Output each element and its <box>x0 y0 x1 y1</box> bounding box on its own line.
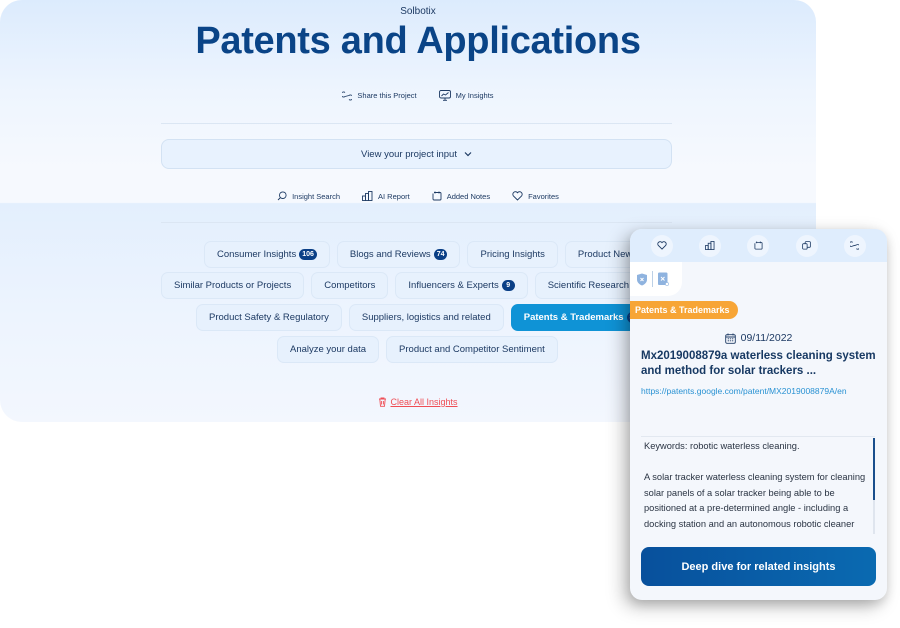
share-icon <box>342 91 353 101</box>
category-row: Consumer Insights 106 Blogs and Reviews … <box>204 241 651 268</box>
heart-icon <box>657 241 667 250</box>
tab-competitors[interactable]: Competitors <box>311 272 389 299</box>
share-button[interactable] <box>843 234 866 257</box>
insight-date: 09/11/2022 <box>740 332 793 344</box>
project-input-toggle[interactable]: View your project input <box>161 139 672 169</box>
tab-label: Product and Competitor Sentiment <box>399 344 545 355</box>
tab-label: Suppliers, logistics and related <box>361 312 491 323</box>
insights-monitor-icon <box>438 90 451 101</box>
tab-label: Influencers & Experts <box>408 280 499 291</box>
brand-name: Solbotix <box>400 6 436 17</box>
document-x-icon[interactable] <box>657 272 669 286</box>
added-notes-label: Added Notes <box>446 191 491 201</box>
heart-icon <box>512 191 523 201</box>
date-row: 09/11/2022 <box>630 332 887 344</box>
insight-source-link[interactable]: https://patents.google.com/patent/MX2019… <box>641 384 879 398</box>
tab-consumer-insights[interactable]: Consumer Insights 106 <box>204 241 330 268</box>
notes-icon <box>754 241 763 250</box>
page-title: Patents and Applications <box>195 20 641 62</box>
count-badge: 106 <box>299 249 317 260</box>
notes-icon <box>432 191 442 201</box>
tab-label: Product News <box>577 249 638 260</box>
insight-keywords: Keywords: robotic waterless cleaning. <box>644 441 800 451</box>
tab-label: Consumer Insights <box>217 249 297 260</box>
report-button[interactable] <box>699 234 722 257</box>
share-project-button[interactable]: Share this Project <box>342 90 417 101</box>
divider <box>161 123 672 124</box>
insight-card: Patents & Trademarks 09/11/2022 Mx201900… <box>630 229 887 600</box>
tab-influencers-experts[interactable]: Influencers & Experts 9 <box>395 272 528 299</box>
count-badge: 9 <box>501 280 515 291</box>
copy-button[interactable] <box>795 234 818 257</box>
chevron-down-icon <box>464 151 472 157</box>
insight-body-scrollbar[interactable] <box>873 438 875 534</box>
copy-icon <box>802 241 811 250</box>
ai-report-button[interactable]: AI Report <box>362 191 410 201</box>
tab-similar-products[interactable]: Similar Products or Projects <box>161 272 305 299</box>
clear-all-label: Clear All Insights <box>390 397 458 407</box>
search-icon <box>277 191 287 201</box>
separator <box>652 271 653 287</box>
tab-product-safety[interactable]: Product Safety & Regulatory <box>196 304 342 331</box>
tab-label: Analyze your data <box>290 344 367 355</box>
share-project-label: Share this Project <box>357 91 417 100</box>
tab-pricing-insights[interactable]: Pricing Insights <box>467 241 558 268</box>
tab-label: Blogs and Reviews <box>349 249 431 260</box>
tab-blogs-and-reviews[interactable]: Blogs and Reviews 74 <box>336 241 461 268</box>
card-toolbar <box>630 229 887 262</box>
tools-bar: Insight Search AI Report Added Notes Fav… <box>0 191 836 201</box>
insight-title: Mx2019008879a waterless cleaning system … <box>641 350 876 377</box>
category-row: Product Safety & Regulatory Suppliers, l… <box>196 304 654 331</box>
tab-analyze-data[interactable]: Analyze your data <box>277 336 380 363</box>
tab-label: Product Safety & Regulatory <box>209 312 329 323</box>
deep-dive-button[interactable]: Deep dive for related insights <box>641 547 876 586</box>
tab-label: Similar Products or Projects <box>174 280 292 291</box>
added-notes-button[interactable]: Added Notes <box>432 191 490 201</box>
tab-label: Pricing Insights <box>480 249 545 260</box>
share-icon <box>850 241 860 250</box>
tab-label: Competitors <box>324 280 376 291</box>
category-row: Analyze your data Product and Competitor… <box>277 336 558 363</box>
favorites-label: Favorites <box>528 191 559 201</box>
my-insights-button[interactable]: My Insights <box>438 90 494 101</box>
header-actions: Share this Project My Insights <box>0 90 836 101</box>
insight-search-button[interactable]: Insight Search <box>277 191 340 201</box>
favorites-button[interactable]: Favorites <box>512 191 559 201</box>
favorite-button[interactable] <box>651 234 674 257</box>
insight-search-label: Insight Search <box>292 191 341 201</box>
my-insights-label: My Insights <box>455 91 494 100</box>
tab-suppliers-logistics[interactable]: Suppliers, logistics and related <box>348 304 504 331</box>
category-row: Similar Products or Projects Competitors… <box>161 272 702 299</box>
bar-chart-icon <box>705 241 715 250</box>
category-badge: Patents & Trademarks <box>630 301 738 319</box>
ai-report-label: AI Report <box>378 191 410 201</box>
tab-label: Patents & Trademarks <box>523 312 624 323</box>
divider <box>161 222 672 223</box>
insight-summary: A solar tracker waterless cleaning syste… <box>644 472 866 535</box>
tab-product-competitor-sentiment[interactable]: Product and Competitor Sentiment <box>386 336 558 363</box>
shield-x-icon[interactable] <box>636 273 648 286</box>
trash-icon <box>378 397 387 407</box>
project-input-label: View your project input <box>361 148 457 160</box>
bar-chart-icon <box>362 191 373 201</box>
count-badge: 74 <box>433 249 448 260</box>
scrollbar-thumb[interactable] <box>873 438 875 500</box>
add-note-button[interactable] <box>747 234 770 257</box>
calendar-icon <box>724 333 736 344</box>
status-indicators <box>630 262 682 296</box>
insight-body: Keywords: robotic waterless cleaning. A … <box>641 437 877 535</box>
